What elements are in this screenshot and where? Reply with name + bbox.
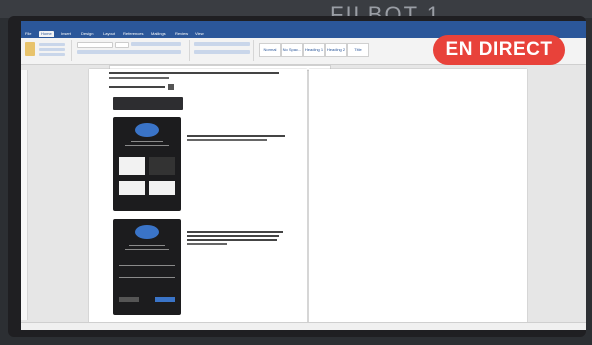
document-page-2[interactable] bbox=[309, 69, 527, 327]
cloud-illustration bbox=[135, 123, 159, 137]
text-line bbox=[187, 243, 227, 245]
option-card bbox=[149, 181, 175, 195]
text-line bbox=[119, 265, 175, 266]
font-format-tools[interactable] bbox=[77, 50, 181, 54]
paragraph-group bbox=[191, 40, 254, 61]
text-line bbox=[187, 235, 279, 237]
next-button bbox=[155, 297, 175, 302]
tab-design[interactable]: Design bbox=[79, 31, 95, 37]
text-line bbox=[125, 145, 169, 146]
cloud-illustration bbox=[135, 225, 159, 239]
text-line bbox=[109, 77, 169, 79]
phone-screenshot-1 bbox=[113, 117, 181, 211]
cancel-button bbox=[119, 297, 139, 302]
style-heading-2[interactable]: Heading 2 bbox=[325, 43, 347, 57]
font-group bbox=[73, 40, 190, 61]
format-painter-button[interactable] bbox=[39, 53, 65, 56]
styles-group: Normal No Spac... Heading 1 Heading 2 Ti… bbox=[255, 40, 446, 61]
align-tools[interactable] bbox=[194, 50, 250, 54]
document-page-1[interactable] bbox=[89, 69, 307, 327]
tab-home[interactable]: Home bbox=[39, 31, 54, 37]
live-badge: EN DIRECT bbox=[433, 35, 565, 65]
copy-button[interactable] bbox=[39, 48, 65, 51]
text-line bbox=[131, 141, 163, 142]
paste-icon[interactable] bbox=[25, 42, 35, 56]
tab-insert[interactable]: Insert bbox=[59, 31, 73, 37]
tab-review[interactable]: Review bbox=[173, 31, 190, 37]
word-window: File Home Insert Design Layout Reference… bbox=[21, 21, 586, 330]
tab-file[interactable]: File bbox=[23, 31, 33, 37]
text-line bbox=[187, 135, 285, 137]
text-line bbox=[187, 231, 283, 233]
style-normal[interactable]: Normal bbox=[259, 43, 281, 57]
title-bar bbox=[21, 21, 586, 30]
inline-icon bbox=[168, 84, 174, 90]
vertical-ruler bbox=[21, 70, 28, 320]
cut-button[interactable] bbox=[39, 43, 65, 46]
text-line bbox=[109, 72, 279, 74]
font-name-dropdown[interactable] bbox=[77, 42, 113, 48]
text-line bbox=[129, 245, 165, 246]
list-tools[interactable] bbox=[194, 42, 250, 46]
text-line bbox=[187, 239, 277, 241]
mini-toolbar-image bbox=[113, 97, 183, 110]
text-line bbox=[119, 277, 175, 278]
status-bar bbox=[21, 322, 586, 330]
tab-mailings[interactable]: Mailings bbox=[149, 31, 168, 37]
font-tools[interactable] bbox=[131, 42, 181, 46]
tab-layout[interactable]: Layout bbox=[101, 31, 117, 37]
style-title[interactable]: Title bbox=[347, 43, 369, 57]
tab-references[interactable]: References bbox=[121, 31, 145, 37]
option-card bbox=[119, 157, 145, 175]
font-size-dropdown[interactable] bbox=[115, 42, 129, 48]
style-heading-1[interactable]: Heading 1 bbox=[303, 43, 325, 57]
clipboard-group bbox=[21, 40, 72, 61]
phone-screenshot-2 bbox=[113, 219, 181, 315]
style-no-spacing[interactable]: No Spac... bbox=[281, 43, 303, 57]
text-line bbox=[125, 249, 169, 250]
option-card bbox=[119, 181, 145, 195]
option-card bbox=[149, 157, 175, 175]
text-line bbox=[187, 139, 267, 141]
tab-view[interactable]: View bbox=[193, 31, 206, 37]
text-line bbox=[109, 86, 165, 88]
